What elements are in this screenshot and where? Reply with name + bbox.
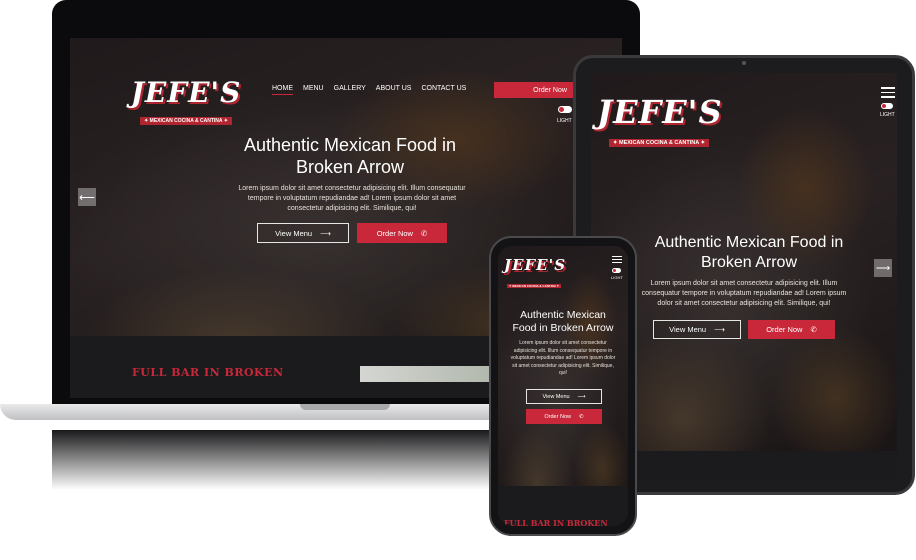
- nav-item-menu[interactable]: MENU: [303, 85, 324, 95]
- logo-tagline: ✦ MEXICAN COCINA & CANTINA ✦: [140, 117, 232, 125]
- tablet-view-menu-button[interactable]: View Menu ⟶: [653, 320, 741, 339]
- header-order-now-label: Order Now: [533, 86, 567, 94]
- nav-item-gallery[interactable]: GALLERY: [334, 85, 366, 95]
- phone-theme-label: LIGHT: [611, 275, 623, 280]
- phone-device: JEFE'S ✦ MEXICAN COCINA & CANTINA ✦ LIGH…: [489, 236, 637, 536]
- tablet-hero-body: Lorem ipsum dolor sit amet consectetur a…: [641, 280, 847, 307]
- tablet-order-now-label: Order Now: [766, 325, 803, 334]
- tablet-brand-logo[interactable]: JEFE'S ✦ MEXICAN COCINA & CANTINA ✦: [597, 93, 723, 149]
- arrow-right-icon: ⟶: [577, 393, 586, 400]
- arrow-left-icon: ⟵: [79, 191, 95, 204]
- phone-order-now-label: Order Now: [544, 413, 571, 420]
- hero-title: Authentic Mexican Food in Broken Arrow: [190, 134, 510, 178]
- view-menu-button[interactable]: View Menu ⟶: [257, 223, 349, 243]
- main-nav: HOME MENU GALLERY ABOUT US CONTACT US: [272, 85, 466, 95]
- hero-body: Lorem ipsum dolor sit amet consectetur a…: [238, 185, 466, 212]
- phone-icon: ✆: [810, 325, 817, 334]
- arrow-right-icon: ⟶: [714, 325, 725, 334]
- view-menu-label: View Menu: [275, 228, 313, 238]
- tablet-carousel-next-button[interactable]: ⟶: [874, 259, 892, 277]
- phone-hero-title-line2: Food in Broken Arrow: [512, 322, 614, 334]
- tablet-camera: [742, 61, 746, 65]
- phone-logo-word: JEFE'S: [504, 256, 567, 274]
- phone-full-bar-section: FULL BAR IN BROKEN: [498, 486, 628, 526]
- tablet-order-now-button[interactable]: Order Now ✆: [748, 320, 835, 339]
- theme-toggle[interactable]: [558, 106, 572, 113]
- phone-screen: JEFE'S ✦ MEXICAN COCINA & CANTINA ✦ LIGH…: [498, 246, 628, 526]
- order-now-button[interactable]: Order Now ✆: [357, 223, 447, 243]
- phone-theme-toggle[interactable]: [612, 268, 621, 273]
- hero-title-line2: Broken Arrow: [295, 157, 405, 177]
- phone-hero-title-line1: Authentic Mexican: [520, 309, 606, 321]
- phone-hero-title: Authentic Mexican Food in Broken Arrow: [502, 309, 624, 335]
- arrow-right-icon: ⟶: [875, 262, 891, 274]
- phone-brand-logo[interactable]: JEFE'S ✦ MEXICAN COCINA & CANTINA ✦: [504, 256, 567, 292]
- tablet-hero-title-line1: Authentic Mexican Food in: [654, 234, 844, 251]
- phone-logo-tagline: ✦ MEXICAN COCINA & CANTINA ✦: [506, 284, 562, 288]
- order-now-label: Order Now: [376, 228, 413, 238]
- nav-item-about[interactable]: ABOUT US: [376, 85, 412, 95]
- carousel-prev-button[interactable]: ⟵: [78, 188, 96, 206]
- hero-title-line1: Authentic Mexican Food in: [243, 135, 457, 155]
- phone-icon: ✆: [420, 228, 428, 238]
- phone-section-heading: FULL BAR IN BROKEN: [504, 518, 608, 526]
- laptop-notch: [300, 404, 390, 410]
- tablet-view-menu-label: View Menu: [669, 325, 707, 334]
- hamburger-menu-icon[interactable]: [881, 87, 895, 98]
- tablet-hero-title-line2: Broken Arrow: [700, 254, 798, 271]
- tablet-logo-word: JEFE'S: [597, 93, 723, 131]
- nav-item-contact[interactable]: CONTACT US: [421, 85, 466, 95]
- phone-hero-body: Lorem ipsum dolor sit amet consectetur a…: [510, 340, 616, 376]
- logo-word: JEFE'S: [130, 76, 242, 109]
- phone-icon: ✆: [578, 413, 584, 420]
- tablet-theme-label: LIGHT: [880, 112, 895, 118]
- phone-hamburger-menu-icon[interactable]: [612, 256, 622, 263]
- phone-view-menu-label: View Menu: [542, 393, 570, 400]
- brand-logo[interactable]: JEFE'S ✦ MEXICAN COCINA & CANTINA ✦: [130, 76, 242, 127]
- tablet-hero-title: Authentic Mexican Food in Broken Arrow: [631, 233, 867, 273]
- arrow-right-icon: ⟶: [320, 228, 331, 238]
- phone-order-now-button[interactable]: Order Now ✆: [526, 409, 602, 424]
- phone-view-menu-button[interactable]: View Menu ⟶: [526, 389, 602, 404]
- section-heading: FULL BAR IN BROKEN: [132, 366, 284, 379]
- theme-toggle-label: LIGHT: [557, 118, 572, 124]
- nav-item-home[interactable]: HOME: [272, 85, 293, 95]
- tablet-theme-toggle[interactable]: [881, 103, 893, 109]
- tablet-logo-tagline: ✦ MEXICAN COCINA & CANTINA ✦: [608, 139, 710, 147]
- toggle-knob: [559, 107, 564, 112]
